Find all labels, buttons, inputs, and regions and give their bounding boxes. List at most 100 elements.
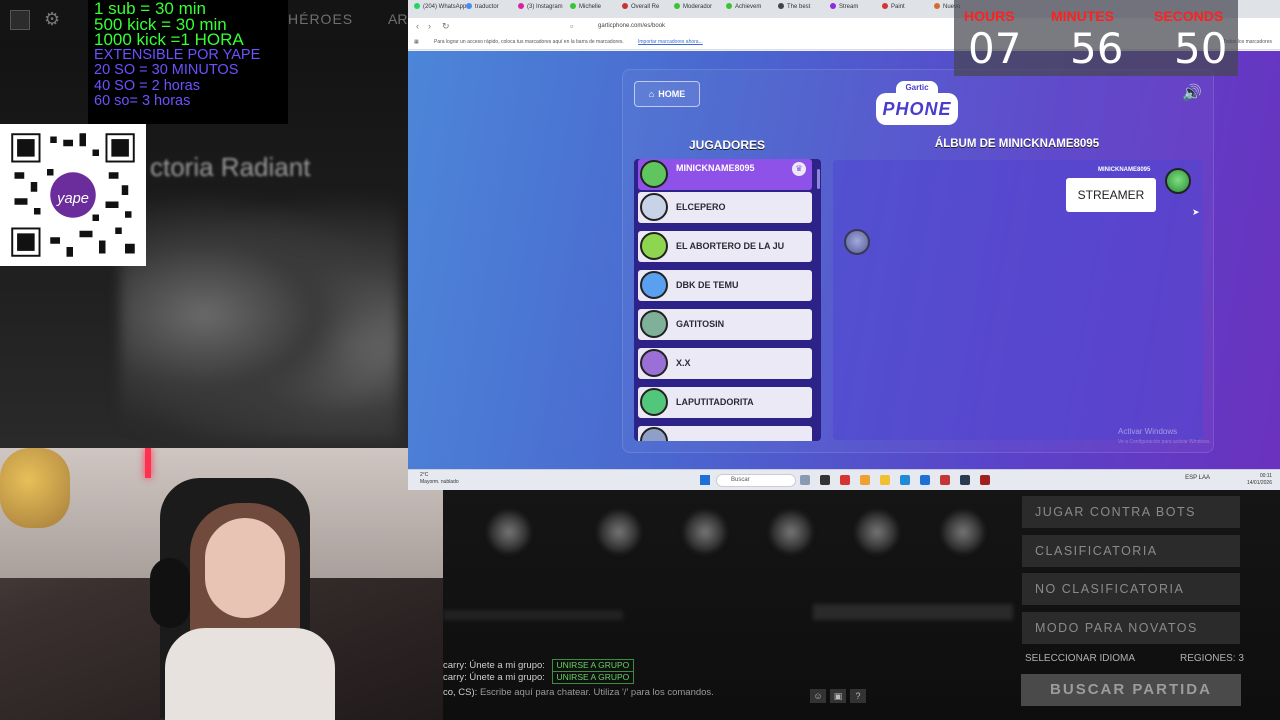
home-icon: ⌂: [648, 89, 655, 99]
avatar: [640, 310, 668, 338]
brave-icon[interactable]: [840, 475, 850, 485]
chat-channel: co, CS):: [443, 687, 478, 698]
speaker-icon[interactable]: 🔊: [1182, 83, 1202, 103]
player-row[interactable]: DBK DE TEMU: [638, 270, 812, 301]
victory-text: ctoria Radiant: [150, 152, 311, 182]
player-name: DBK DE TEMU: [676, 280, 739, 290]
home-button[interactable]: ⌂ HOME: [634, 81, 700, 107]
apps-icon[interactable]: ▦: [414, 39, 419, 45]
chat-user: carry:: [443, 660, 467, 671]
browser-tab[interactable]: Michelle: [570, 3, 601, 15]
album-phrase-bubble: STREAMER: [1066, 178, 1156, 212]
player-name: GATITOSIN: [676, 319, 725, 329]
player-name: MINICKNAME8095: [676, 163, 755, 173]
player-name: ELCEPERO: [676, 202, 726, 212]
steam-icon[interactable]: [960, 475, 970, 485]
app-icon[interactable]: [940, 475, 950, 485]
taskbar-clock[interactable]: 00:11 14/01/2026: [1247, 473, 1272, 487]
store-icon[interactable]: [920, 475, 930, 485]
hours-value: 07: [968, 24, 1022, 73]
host-crown-icon: ♛: [792, 162, 806, 176]
play-bots-button[interactable]: JUGAR CONTRA BOTS: [1022, 496, 1240, 528]
player-row[interactable]: LAPUTITADORITA: [638, 387, 812, 418]
avatar: [640, 349, 668, 377]
player-row[interactable]: [638, 426, 812, 441]
novice-mode-button[interactable]: MODO PARA NOVATOS: [1022, 612, 1240, 644]
avatar: [640, 271, 668, 299]
find-match-button[interactable]: BUSCAR PARTIDA: [1021, 674, 1241, 706]
browser-tab[interactable]: Achievem: [726, 3, 761, 15]
player-row[interactable]: X.X: [638, 348, 812, 379]
task-view-icon[interactable]: [800, 475, 810, 485]
player-row[interactable]: ELCEPERO: [638, 192, 812, 223]
player-name: LAPUTITADORITA: [676, 397, 754, 407]
windows-activation-watermark: Activar Windows: [1118, 427, 1178, 436]
gartic-page: ⌂ HOME PHONE Gartic 🔊 JUGADORES ÁLBUM DE …: [408, 51, 1280, 469]
players-list[interactable]: MINICKNAME8095 ♛ ELCEPERO EL ABORTERO DE…: [634, 159, 821, 441]
taskbar-search[interactable]: Buscar: [716, 474, 796, 487]
screenshot-icon[interactable]: ▣: [830, 689, 846, 703]
streamer-body: [165, 628, 335, 720]
windows-start-icon[interactable]: [700, 475, 710, 485]
weather-widget[interactable]: 2°C Mayorm. nublado: [420, 472, 459, 486]
blurred-hero-icon: [855, 510, 899, 554]
select-language[interactable]: SELECCIONAR IDIOMA: [1025, 653, 1135, 664]
player-name: EL ABORTERO DE LA JU: [676, 241, 785, 251]
album-author: MINICKNAME8095: [1098, 167, 1151, 173]
emoji-icon[interactable]: ☺: [810, 689, 826, 703]
join-group-button[interactable]: UNIRSE A GRUPO: [551, 671, 635, 684]
gear-icon[interactable]: ⚙: [44, 9, 60, 30]
browser-tab[interactable]: (3) Instagram: [518, 3, 563, 15]
bookmark-icon[interactable]: ▫: [570, 21, 573, 31]
tray-language[interactable]: ESP LAA: [1185, 475, 1210, 481]
back-icon[interactable]: ‹: [416, 21, 419, 31]
import-bookmarks-link[interactable]: Importar marcadores ahora...: [638, 39, 703, 45]
chat-text: Únete a mi grupo:: [469, 672, 545, 683]
gartic-phone-logo: PHONE Gartic: [876, 81, 958, 133]
player-row[interactable]: GATITOSIN: [638, 309, 812, 340]
rate-line: 1000 kick =1 HORA: [94, 30, 244, 49]
yape-qr-code: yape: [0, 124, 146, 266]
url-field[interactable]: garticphone.com/es/book: [598, 23, 665, 29]
minutes-value: 56: [1070, 24, 1124, 73]
hours-label: HOURS: [964, 8, 1015, 24]
microphone: [150, 558, 190, 628]
browser-tab[interactable]: Stream: [830, 3, 858, 15]
player-name: X.X: [676, 358, 691, 368]
player-row[interactable]: EL ABORTERO DE LA JU: [638, 231, 812, 262]
chat-user: carry:: [443, 672, 467, 683]
dota-logo-icon[interactable]: [10, 10, 30, 30]
edge-icon[interactable]: [900, 475, 910, 485]
chat-input[interactable]: co, CS): Escribe aquí para chatear. Util…: [443, 687, 873, 701]
player-row[interactable]: MINICKNAME8095 ♛: [638, 159, 812, 190]
seconds-value: 50: [1174, 24, 1228, 73]
unranked-button[interactable]: NO CLASIFICATORIA: [1022, 573, 1240, 605]
plush-toy: [0, 448, 70, 528]
nav-ar[interactable]: AR: [388, 11, 407, 27]
browser-tab[interactable]: The best: [778, 3, 810, 15]
browser-tab[interactable]: Paint: [882, 3, 905, 15]
blurred-heroes: [120, 190, 400, 440]
browser-tab[interactable]: Moderador: [674, 3, 712, 15]
browser-tab[interactable]: (204) WhatsApp: [414, 3, 466, 15]
forward-icon[interactable]: ›: [428, 21, 431, 31]
blurred-text: [443, 610, 623, 620]
rate-line: 20 SO = 30 MINUTOS: [94, 62, 239, 78]
ranked-button[interactable]: CLASIFICATORIA: [1022, 535, 1240, 567]
screen: ⚙ HÉROES AR ctoria Radiant 1 sub = 30 mi…: [0, 0, 1280, 720]
terminal-icon[interactable]: [820, 475, 830, 485]
nav-heroes[interactable]: HÉROES: [288, 11, 353, 27]
chat-tools: ☺ ▣?: [810, 686, 870, 704]
chrome-icon[interactable]: [860, 475, 870, 485]
blurred-hero-icon: [597, 510, 641, 554]
seconds-label: SECONDS: [1154, 8, 1224, 24]
reload-icon[interactable]: ↻: [442, 21, 450, 32]
regions-count[interactable]: REGIONES: 3: [1180, 653, 1244, 664]
dota-icon[interactable]: [980, 475, 990, 485]
help-icon[interactable]: ?: [850, 689, 866, 703]
folder-icon[interactable]: [880, 475, 890, 485]
browser-tab[interactable]: traductor: [466, 3, 499, 15]
browser-tab[interactable]: Overall Re: [622, 3, 659, 15]
chat-placeholder: Escribe aquí para chatear. Utiliza '/' p…: [479, 687, 714, 698]
players-scrollbar[interactable]: [817, 169, 820, 189]
